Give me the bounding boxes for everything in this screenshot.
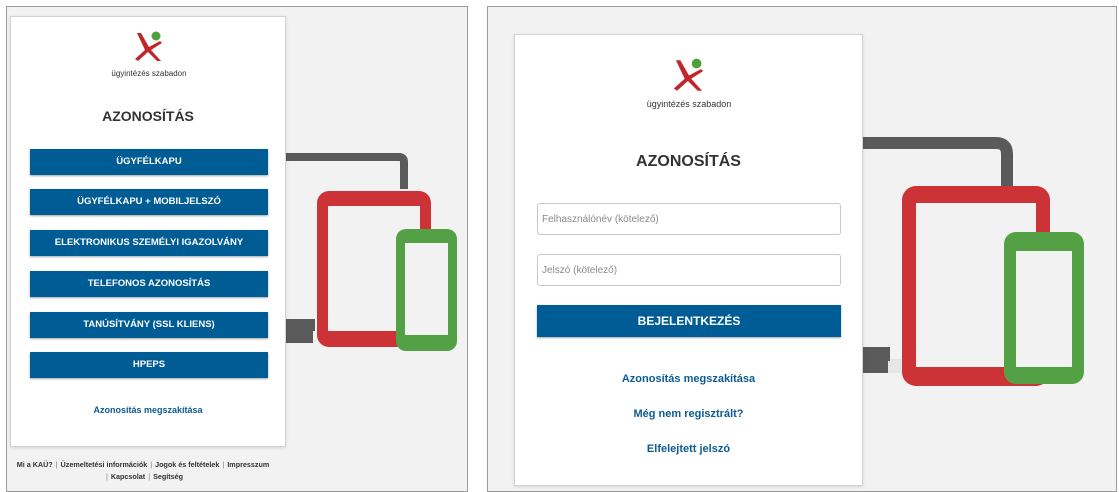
- electronic-id-button[interactable]: ELEKTRONIKUS SZEMÉLYI IGAZOLVÁNY: [30, 230, 268, 256]
- page-title: AZONOSÍTÁS: [636, 153, 741, 170]
- page-title: AZONOSÍTÁS: [102, 108, 194, 124]
- footer-links: Mi a KAÜ? | Üzemeltetési információk | Jogok…: [7, 459, 279, 483]
- login-card: ügyintézés szabadon AZONOSÍTÁS BEJELENTK…: [514, 34, 863, 486]
- hpeps-button[interactable]: HPEPS: [30, 352, 268, 378]
- footer-separator: |: [105, 472, 108, 481]
- kau-logo: ügyintézés szabadon: [644, 57, 734, 109]
- kau-logo-icon: [673, 58, 704, 91]
- phone-illustration: [396, 229, 457, 351]
- logo-caption: ügyintézés szabadon: [646, 99, 732, 109]
- cancel-auth-link[interactable]: Azonosítás megszakítása: [11, 405, 285, 415]
- footer-separator: |: [148, 472, 151, 481]
- footer-link-terms[interactable]: Jogok és feltételek: [155, 460, 219, 469]
- forgot-password-link[interactable]: Elfelejtett jelszó: [515, 443, 862, 455]
- right-login-panel: ügyintézés szabadon AZONOSÍTÁS BEJELENTK…: [487, 6, 1117, 492]
- certificate-ssl-button[interactable]: TANÚSÍTVÁNY (SSL KLIENS): [30, 312, 268, 338]
- footer-separator: |: [222, 460, 225, 469]
- login-card: ügyintézés szabadon AZONOSÍTÁS ÜGYFÉLKAP…: [10, 16, 286, 447]
- logo-caption: ügyintézés szabadon: [111, 69, 187, 78]
- phone-auth-button[interactable]: TELEFONOS AZONOSÍTÁS: [30, 271, 268, 297]
- register-link[interactable]: Még nem regisztrált?: [515, 408, 862, 420]
- kau-logo: ügyintézés szabadon: [109, 30, 189, 78]
- footer-link-operations-info[interactable]: Üzemeltetési információk: [61, 460, 148, 469]
- footer-link-what-is-kau[interactable]: Mi a KAÜ?: [17, 460, 53, 469]
- footer-link-contact[interactable]: Kapcsolat: [111, 472, 145, 481]
- password-field[interactable]: [537, 254, 841, 286]
- kau-logo-icon: [135, 31, 162, 61]
- cancel-auth-link[interactable]: Azonosítás megszakítása: [515, 373, 862, 385]
- ugyfelkapu-mobiljelszo-button[interactable]: ÜGYFÉLKAPU + MOBILJELSZÓ: [30, 189, 268, 215]
- ugyfelkapu-button[interactable]: ÜGYFÉLKAPU: [30, 149, 268, 175]
- phone-illustration: [1004, 232, 1084, 384]
- login-button[interactable]: BEJELENTKEZÉS: [537, 305, 841, 337]
- footer-separator: |: [55, 460, 58, 469]
- footer-link-imprint[interactable]: Impresszum: [227, 460, 269, 469]
- username-field[interactable]: [537, 203, 841, 235]
- footer-separator: |: [150, 460, 153, 469]
- left-login-panel: ügyintézés szabadon AZONOSÍTÁS ÜGYFÉLKAP…: [6, 6, 468, 492]
- footer-link-help[interactable]: Segítség: [153, 472, 183, 481]
